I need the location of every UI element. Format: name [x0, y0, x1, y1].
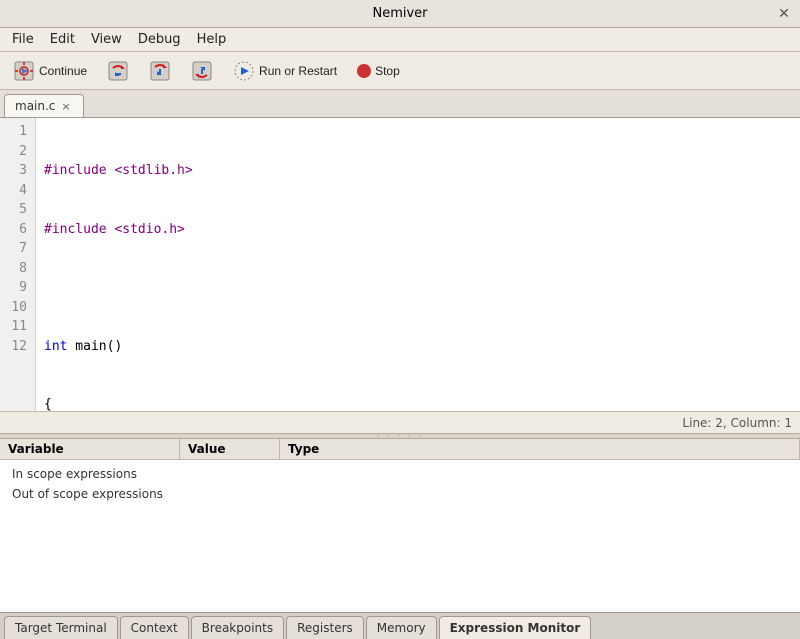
code-content[interactable]: #include <stdlib.h> #include <stdio.h> i… — [36, 118, 800, 411]
tab-bar: main.c × — [0, 90, 800, 118]
title-bar: Nemiver ✕ — [0, 0, 800, 28]
var-body: In scope expressions Out of scope expres… — [0, 460, 800, 508]
menu-debug[interactable]: Debug — [130, 30, 189, 49]
menu-edit[interactable]: Edit — [42, 30, 83, 49]
variables-table: Variable Value Type In scope expressions… — [0, 439, 800, 612]
line-num-9: 9 — [8, 278, 27, 298]
bottom-tabs: Target Terminal Context Breakpoints Regi… — [0, 612, 800, 639]
step-out-icon — [191, 60, 213, 82]
menu-view[interactable]: View — [83, 30, 130, 49]
continue-label: Continue — [39, 64, 87, 78]
continue-icon — [13, 60, 35, 82]
step-over-icon — [107, 60, 129, 82]
code-line-2: #include <stdio.h> — [44, 220, 792, 240]
stop-label: Stop — [375, 64, 400, 78]
line-num-2: 2 — [8, 142, 27, 162]
run-icon — [233, 60, 255, 82]
run-restart-button[interactable]: Run or Restart — [226, 56, 344, 86]
bottom-panel: Variable Value Type In scope expressions… — [0, 439, 800, 639]
tab-memory[interactable]: Memory — [366, 616, 437, 639]
line-num-1: 1 — [8, 122, 27, 142]
var-header: Variable Value Type — [0, 439, 800, 460]
col-variable: Variable — [0, 439, 180, 459]
tab-close-button[interactable]: × — [59, 100, 72, 113]
code-line-1: #include <stdlib.h> — [44, 161, 792, 181]
run-restart-label: Run or Restart — [259, 64, 337, 78]
window-title: Nemiver — [372, 6, 427, 21]
col-type: Type — [280, 439, 800, 459]
menu-help[interactable]: Help — [189, 30, 235, 49]
line-num-5: 5 — [8, 200, 27, 220]
line-num-12: 12 — [8, 337, 27, 357]
tab-expression-monitor[interactable]: Expression Monitor — [439, 616, 592, 639]
step-over-button[interactable] — [100, 56, 136, 86]
in-scope-section: In scope expressions — [0, 464, 800, 484]
line-num-7: 7 — [8, 239, 27, 259]
editor-tab[interactable]: main.c × — [4, 94, 84, 117]
editor-area[interactable]: 1 2 3 4 5 6 7 8 9 10 11 12 #include <std… — [0, 118, 800, 411]
code-line-5: { — [44, 395, 792, 411]
step-in-button[interactable] — [142, 56, 178, 86]
line-num-3: 3 — [8, 161, 27, 181]
line-num-10: 10 — [8, 298, 27, 318]
line-num-11: 11 — [8, 317, 27, 337]
line-num-6: 6 — [8, 220, 27, 240]
col-value: Value — [180, 439, 280, 459]
code-line-4: int main() — [44, 337, 792, 357]
tab-target-terminal[interactable]: Target Terminal — [4, 616, 118, 639]
line-num-8: 8 — [8, 259, 27, 279]
continue-button[interactable]: Continue — [6, 56, 94, 86]
line-num-4: 4 — [8, 181, 27, 201]
step-in-icon — [149, 60, 171, 82]
stop-button[interactable]: Stop — [350, 60, 407, 82]
cursor-position: Line: 2, Column: 1 — [682, 416, 792, 430]
tab-context[interactable]: Context — [120, 616, 189, 639]
code-line-3 — [44, 278, 792, 298]
toolbar: Continue — [0, 52, 800, 90]
step-out-button[interactable] — [184, 56, 220, 86]
code-container: 1 2 3 4 5 6 7 8 9 10 11 12 #include <std… — [0, 118, 800, 411]
close-button[interactable]: ✕ — [776, 6, 792, 22]
tab-breakpoints[interactable]: Breakpoints — [191, 616, 284, 639]
menu-bar: File Edit View Debug Help — [0, 28, 800, 52]
tab-registers[interactable]: Registers — [286, 616, 364, 639]
stop-icon — [357, 64, 371, 78]
menu-file[interactable]: File — [4, 30, 42, 49]
out-scope-section: Out of scope expressions — [0, 484, 800, 504]
line-numbers: 1 2 3 4 5 6 7 8 9 10 11 12 — [0, 118, 36, 411]
tab-label: main.c — [15, 99, 55, 113]
